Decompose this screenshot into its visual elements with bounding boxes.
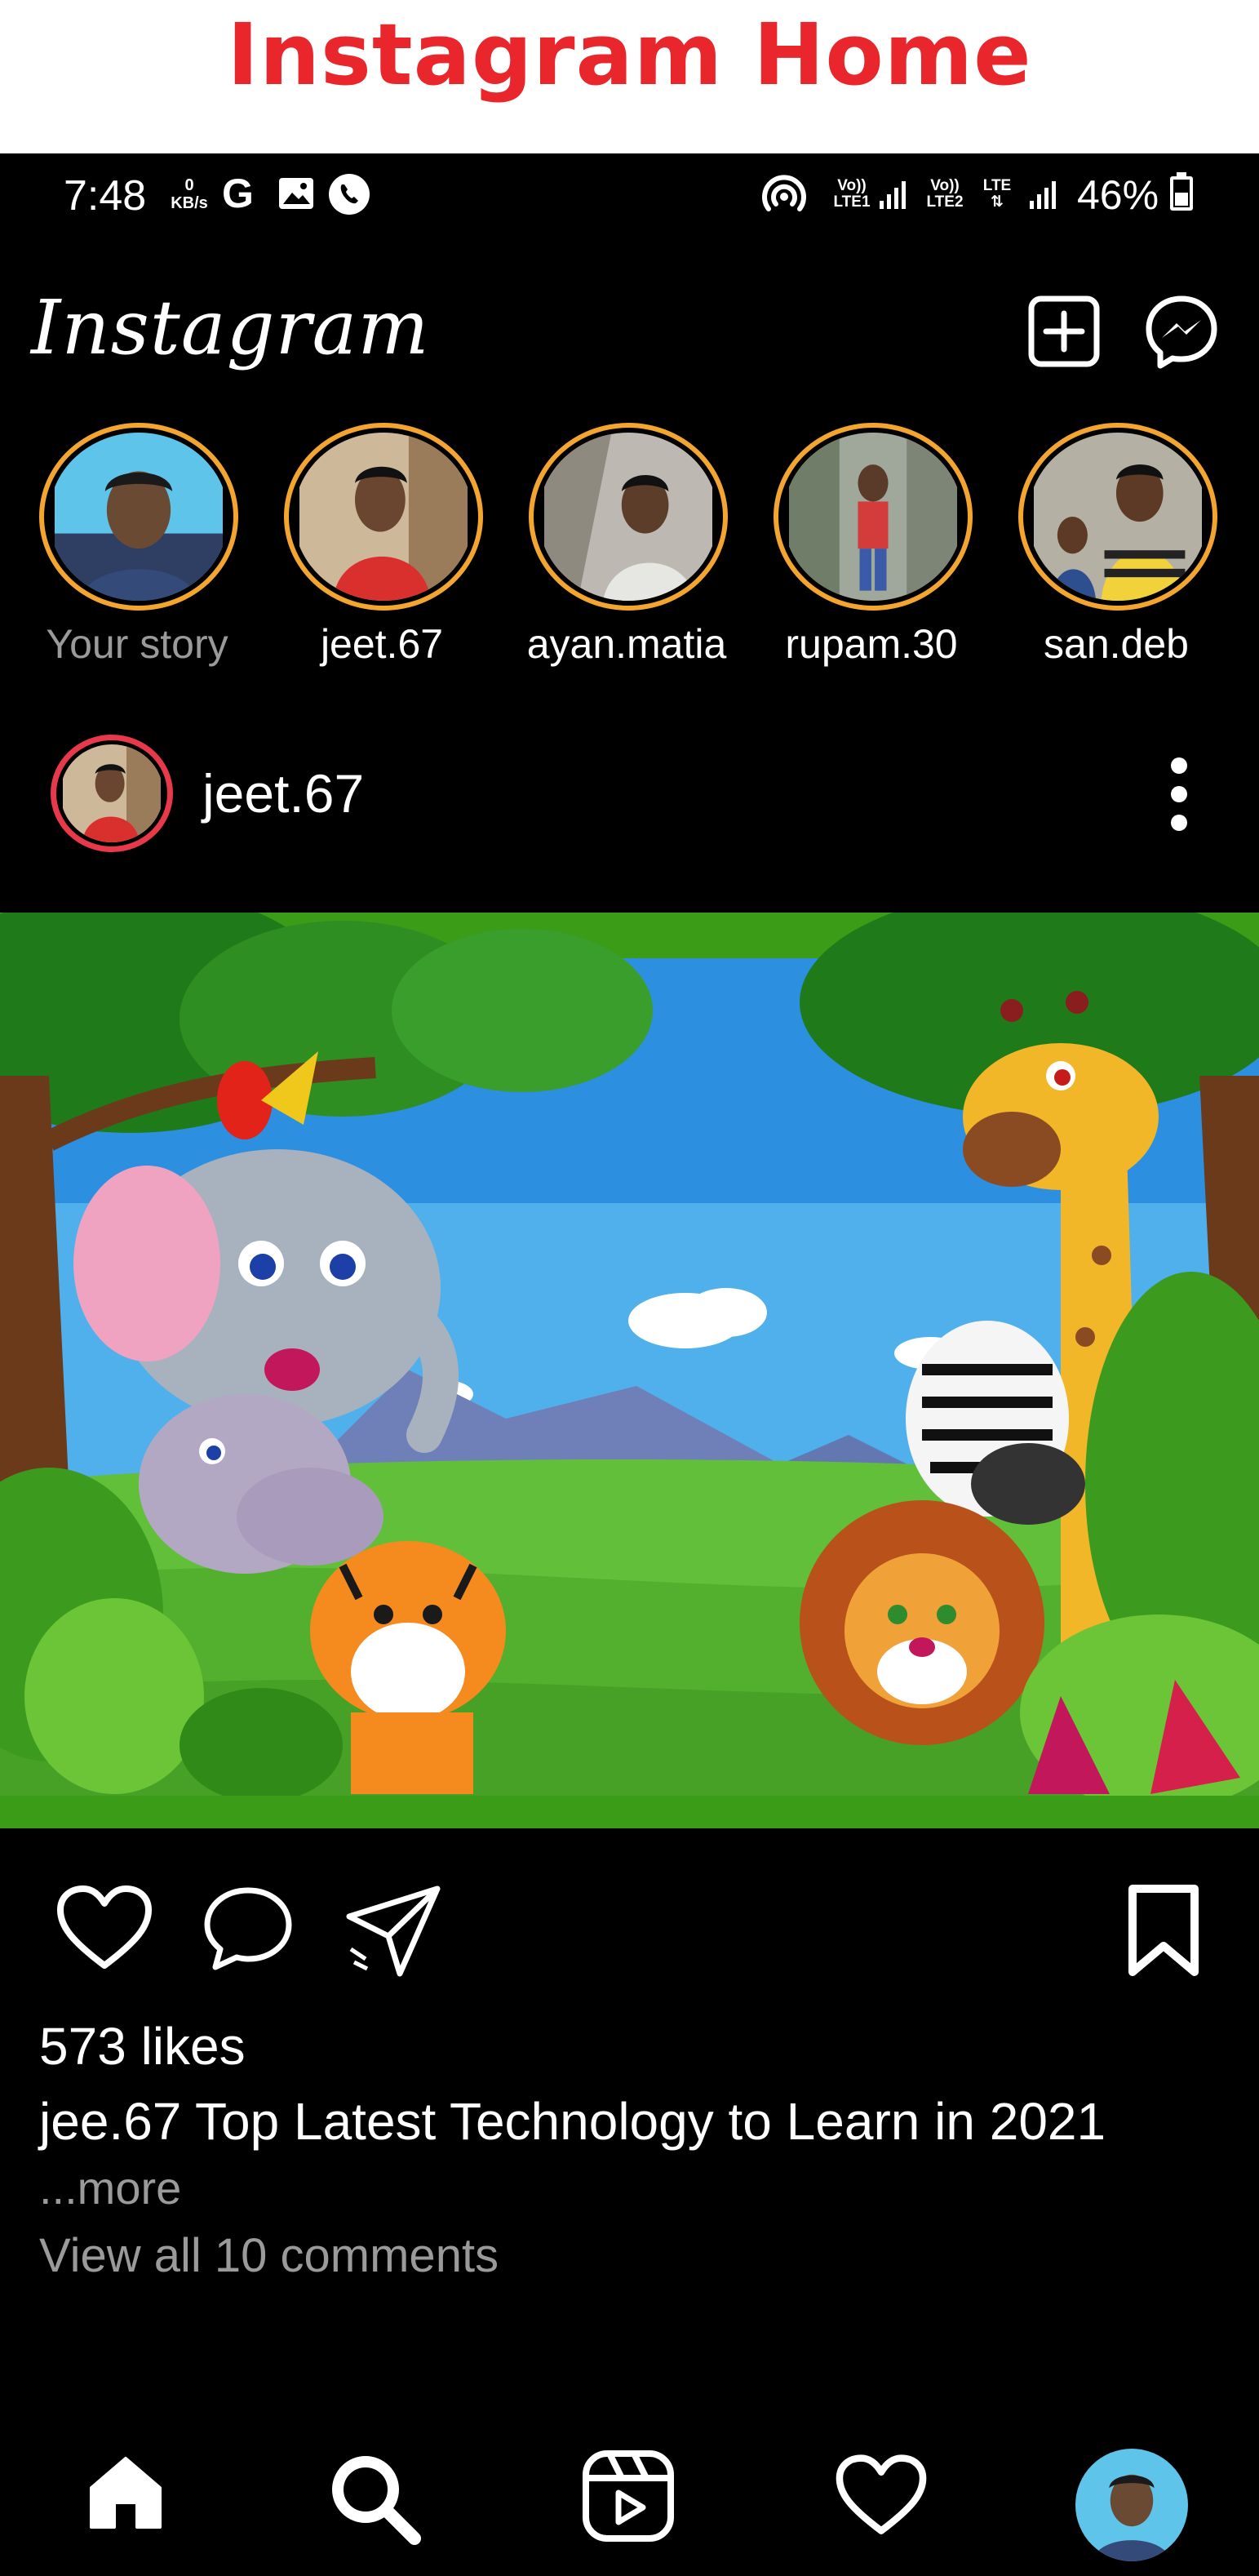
- story-ring: [39, 423, 238, 611]
- sim1-label: Vo)): [837, 177, 867, 194]
- caption-more-link[interactable]: ...more: [39, 2161, 181, 2214]
- data-rate-value: 0: [184, 176, 194, 194]
- sim1-volte: Vo)) LTE1: [831, 178, 873, 211]
- sim2-label: Vo)): [930, 177, 960, 194]
- story-label: rupam.30: [785, 621, 958, 667]
- post-author-username[interactable]: jeet.67: [202, 762, 364, 824]
- phone-call-icon: [329, 174, 370, 215]
- home-icon[interactable]: [86, 2454, 165, 2532]
- status-bar: 7:48 0 KB/s G Vo)) LTE1 Vo)) LTE2 LTE ⇅ …: [0, 153, 1259, 243]
- lte-label: LTE: [982, 177, 1012, 194]
- avatar: [539, 433, 718, 601]
- jungle-animals-illustration: [0, 913, 1259, 1828]
- signal-icon: [880, 181, 906, 209]
- gallery-icon: [279, 178, 313, 209]
- battery-charging-icon: [1170, 172, 1193, 211]
- story-rupam[interactable]: rupam.30: [749, 423, 994, 668]
- story-jeet[interactable]: jeet.67: [259, 423, 504, 668]
- comment-icon[interactable]: [202, 1884, 294, 1974]
- messenger-icon[interactable]: [1142, 292, 1221, 371]
- post-author-avatar[interactable]: [51, 735, 173, 852]
- reels-icon[interactable]: [581, 2449, 676, 2543]
- banner-title: Instagram Home: [227, 5, 1032, 104]
- stories-tray: Your story jeet.67 ayan.matia rupam.30 s…: [0, 423, 1259, 668]
- battery-percent: 46%: [1077, 172, 1159, 218]
- signal-icon-2: [1030, 181, 1056, 209]
- story-san[interactable]: san.deb: [994, 423, 1239, 668]
- profile-avatar[interactable]: [1075, 2449, 1188, 2561]
- data-rate: 0 KB/s: [166, 176, 212, 212]
- story-label: jeet.67: [320, 621, 444, 667]
- post-image[interactable]: [0, 913, 1259, 1828]
- search-icon[interactable]: [330, 2454, 421, 2545]
- story-ayan[interactable]: ayan.matia: [504, 423, 749, 668]
- banner: Instagram Home: [0, 0, 1259, 153]
- new-post-icon[interactable]: [1025, 292, 1103, 371]
- post-caption: jee.67 Top Latest Technology to Learn in…: [39, 2092, 1106, 2151]
- story-ring: [529, 423, 728, 611]
- lte-indicator: LTE ⇅: [976, 178, 1018, 211]
- lte-arrows-icon: ⇅: [991, 193, 1004, 211]
- status-time: 7:48: [64, 172, 147, 220]
- phone-screen: 7:48 0 KB/s G Vo)) LTE1 Vo)) LTE2 LTE ⇅ …: [0, 153, 1259, 2576]
- story-label: ayan.matia: [526, 621, 727, 667]
- activity-heart-icon[interactable]: [834, 2454, 929, 2538]
- sim2-sub: LTE2: [926, 193, 964, 211]
- avatar: [294, 433, 473, 601]
- post-actions: [0, 1868, 1259, 1990]
- story-ring: [774, 423, 973, 611]
- likes-count[interactable]: 573 likes: [39, 2016, 246, 2076]
- story-label: san.deb: [1044, 621, 1189, 667]
- view-comments-link[interactable]: View all 10 comments: [39, 2228, 499, 2283]
- story-label: Your story: [46, 621, 228, 667]
- bottom-nav: [0, 2437, 1259, 2576]
- avatar: [1028, 433, 1208, 601]
- share-icon[interactable]: [343, 1884, 444, 1979]
- sim1-sub: LTE1: [833, 193, 871, 211]
- like-heart-icon[interactable]: [55, 1884, 153, 1974]
- app-logo[interactable]: Instagram: [31, 284, 430, 371]
- data-rate-unit: KB/s: [171, 194, 208, 212]
- story-own[interactable]: Your story: [15, 423, 259, 668]
- avatar: [783, 433, 963, 601]
- story-ring: [284, 423, 483, 611]
- sim2-volte: Vo)) LTE2: [922, 178, 968, 211]
- hotspot-icon: [762, 175, 806, 211]
- more-options-icon[interactable]: [1159, 757, 1199, 831]
- avatar: [49, 433, 228, 601]
- bookmark-icon[interactable]: [1124, 1884, 1203, 1979]
- post-header: jeet.67: [0, 725, 1259, 855]
- story-ring: [1018, 423, 1217, 611]
- carrier-glyph: G: [222, 171, 254, 216]
